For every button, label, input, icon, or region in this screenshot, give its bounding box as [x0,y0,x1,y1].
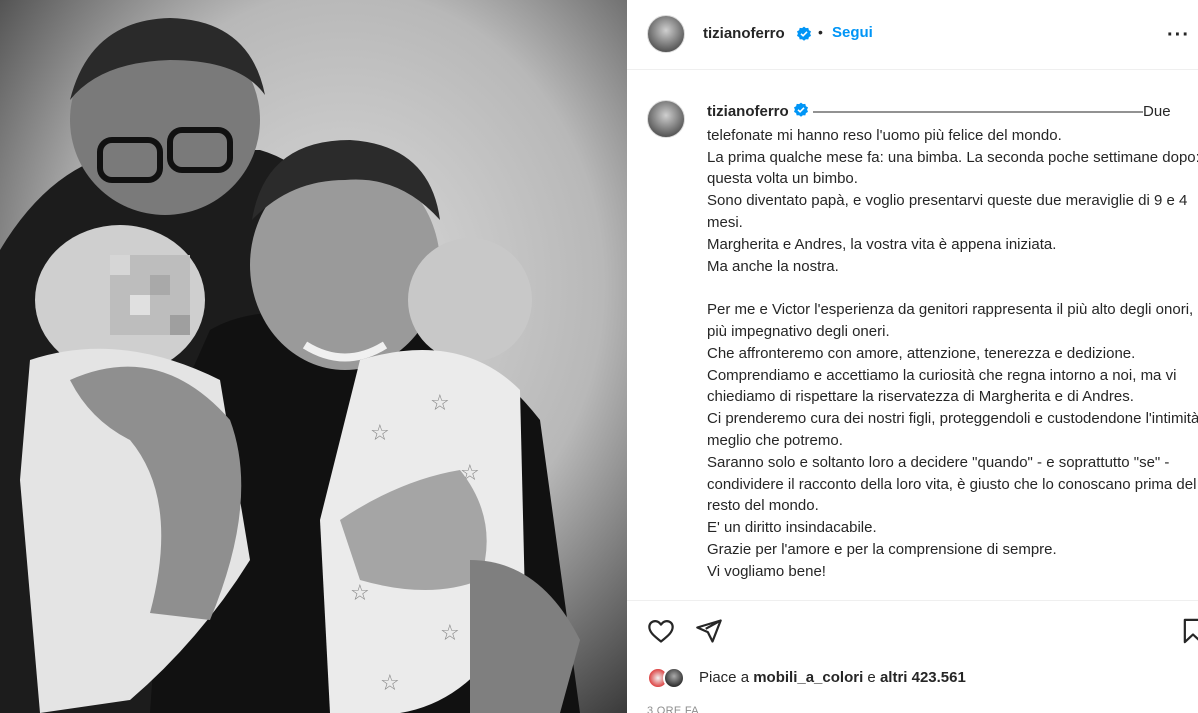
caption-text: ——————————————————————Due telefonate mi … [707,103,1198,580]
share-icon[interactable] [695,617,723,650]
svg-text:☆: ☆ [370,421,390,446]
caption-avatar[interactable] [647,100,685,138]
liker-avatar[interactable] [663,667,685,689]
svg-text:☆: ☆ [440,621,460,646]
post-image-illustration: ☆ ☆ ☆ ☆ ☆ ☆ ☆ [0,0,627,713]
post-timestamp[interactable]: 3 ORE FA [647,705,699,713]
author-avatar[interactable] [647,15,685,53]
author-username[interactable]: tizianoferro [703,25,785,42]
caption-username[interactable]: tizianoferro [707,103,789,120]
more-options-button[interactable]: ··· [1167,24,1190,47]
post-image[interactable]: ☆ ☆ ☆ ☆ ☆ ☆ ☆ [0,0,627,713]
svg-text:☆: ☆ [380,671,400,696]
heart-icon[interactable] [647,617,675,650]
follow-button[interactable]: Segui [832,24,873,41]
likes-summary: Piace a mobili_a_colori e altri 423.561 [647,666,1198,690]
likes-count[interactable]: altri 423.561 [880,669,966,686]
svg-text:☆: ☆ [350,581,370,606]
post-actions: Piace a mobili_a_colori e altri 423.561 … [627,600,1198,713]
likes-middle: e [863,669,880,686]
svg-text:☆: ☆ [430,391,450,416]
post-side-panel: tizianoferro • Segui ··· tizianoferro ——… [627,0,1198,713]
post-caption: tizianoferro ——————————————————————Due t… [707,101,1198,583]
liker-username[interactable]: mobili_a_colori [753,669,863,686]
post-header: tizianoferro • Segui ··· [627,0,1198,70]
bookmark-icon[interactable] [1179,617,1198,650]
likes-prefix: Piace a [699,669,754,686]
header-separator: • [818,24,823,40]
verified-badge-icon [796,26,812,47]
likes-text: Piace a mobili_a_colori e altri 423.561 [699,669,966,686]
verified-badge-icon [793,102,809,125]
